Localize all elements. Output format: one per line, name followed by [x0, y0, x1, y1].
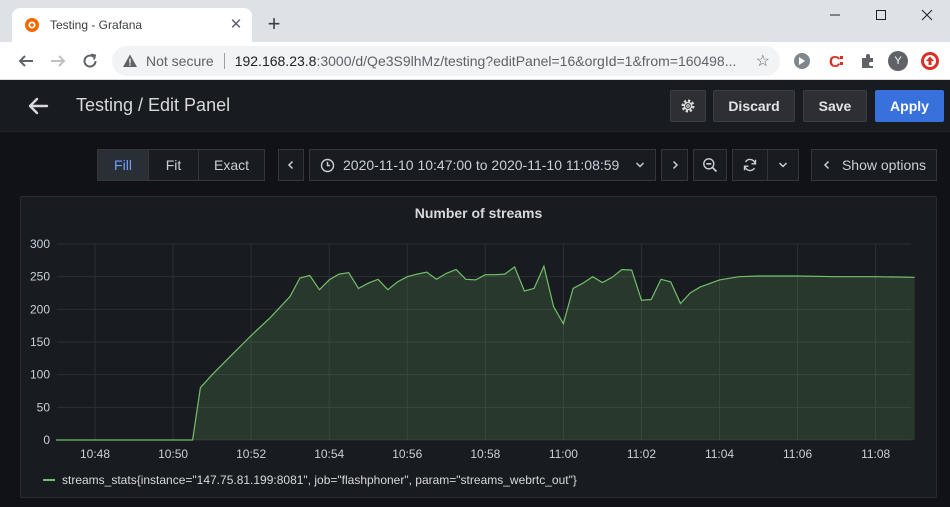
x-tick-label: 10:52 — [236, 447, 266, 461]
chevron-left-icon — [823, 160, 829, 170]
x-tick-label: 11:00 — [549, 447, 578, 461]
x-tick-label: 10:54 — [314, 447, 344, 461]
page-title: Testing / Edit Panel — [76, 95, 231, 115]
grafana-logo-icon — [25, 18, 39, 32]
x-tick-label: 10:56 — [392, 447, 422, 461]
y-tick-label: 100 — [30, 368, 50, 382]
time-shift-forward-button[interactable] — [661, 149, 688, 181]
x-tick-label: 11:06 — [783, 447, 812, 461]
address-bar[interactable]: Not secure 192.168.23.8:3000/d/Qe3S9lhMz… — [112, 46, 780, 76]
extension-shield-icon[interactable] — [792, 51, 812, 71]
extension-red-icon[interactable] — [920, 51, 940, 71]
y-tick-label: 300 — [30, 237, 50, 251]
chevron-down-icon — [636, 162, 645, 168]
x-tick-label: 10:48 — [80, 447, 110, 461]
maximize-icon[interactable] — [858, 0, 904, 30]
discard-button[interactable]: Discard — [713, 90, 795, 122]
minimize-icon[interactable] — [812, 0, 858, 30]
y-tick-label: 150 — [30, 335, 50, 349]
x-tick-label: 11:02 — [627, 447, 656, 461]
clock-icon — [320, 158, 335, 172]
chart-legend: streams_stats{instance="147.75.81.199:80… — [43, 473, 577, 487]
url-path: :3000/d/Qe3S9lhMz/testing?editPanel=16&o… — [316, 53, 737, 69]
back-icon[interactable] — [14, 49, 38, 73]
zoom-out-icon — [703, 158, 718, 173]
extension-c-icon[interactable]: C — [826, 51, 846, 71]
time-range-picker[interactable]: 2020-11-10 10:47:00 to 2020-11-10 11:08:… — [309, 149, 656, 181]
x-tick-label: 11:04 — [705, 447, 734, 461]
security-label: Not secure — [146, 53, 214, 69]
refresh-interval-dropdown[interactable] — [767, 149, 799, 181]
browser-tab-strip: Testing - Grafana ✕ + — [0, 0, 950, 42]
bookmark-star-icon[interactable]: ☆ — [750, 51, 770, 71]
refresh-button[interactable] — [732, 149, 768, 181]
tab-title: Testing - Grafana — [50, 18, 143, 32]
y-tick-label: 50 — [37, 400, 51, 414]
fit-mode-button[interactable]: Fit — [148, 149, 199, 181]
y-tick-label: 200 — [30, 302, 50, 316]
new-tab-icon[interactable]: + — [262, 13, 286, 37]
url-host: 192.168.23.8 — [234, 53, 317, 69]
grafana-header: Testing / Edit Panel Discard Save Apply — [0, 80, 950, 132]
x-tick-label: 11:08 — [861, 447, 890, 461]
x-tick-label: 10:58 — [470, 447, 500, 461]
reload-icon[interactable] — [78, 49, 102, 73]
forward-icon[interactable] — [46, 49, 70, 73]
x-tick-label: 10:50 — [158, 447, 188, 461]
exact-mode-button[interactable]: Exact — [198, 149, 265, 181]
show-options-button[interactable]: Show options — [811, 149, 937, 181]
legend-series-label[interactable]: streams_stats{instance="147.75.81.199:80… — [62, 473, 577, 487]
series-area — [56, 266, 915, 440]
fill-mode-button[interactable]: Fill — [97, 149, 149, 181]
graph-panel: Number of streams 0 50 100 150 200 250 300 10:4… — [20, 196, 937, 498]
time-shift-back-button[interactable] — [278, 149, 304, 181]
back-arrow-icon[interactable] — [26, 94, 50, 118]
time-range-text: 2020-11-10 10:47:00 to 2020-11-10 11:08:… — [343, 157, 620, 173]
gear-icon — [681, 99, 695, 113]
chevron-down-icon — [778, 162, 788, 168]
warning-icon[interactable] — [122, 53, 138, 69]
chevron-right-icon — [672, 160, 678, 170]
chevron-left-icon — [287, 160, 294, 170]
show-options-label: Show options — [841, 157, 927, 173]
zoom-out-button[interactable] — [693, 149, 727, 181]
apply-button[interactable]: Apply — [875, 90, 944, 122]
tab-close-icon[interactable]: ✕ — [228, 17, 244, 33]
profile-avatar[interactable]: Y — [888, 51, 908, 71]
settings-button[interactable] — [670, 90, 706, 122]
omnibox-divider — [223, 53, 225, 69]
streams-chart[interactable]: 0 50 100 150 200 250 300 10:48 10:50 10:52 10:54 10… — [21, 197, 938, 465]
avatar-letter: Y — [888, 51, 908, 71]
close-window-icon[interactable] — [904, 0, 950, 30]
sync-icon — [743, 158, 757, 172]
extensions-puzzle-icon[interactable] — [858, 51, 878, 71]
browser-toolbar: Not secure 192.168.23.8:3000/d/Qe3S9lhMz… — [0, 42, 950, 80]
y-tick-label: 0 — [43, 433, 50, 447]
browser-tab[interactable]: Testing - Grafana ✕ — [12, 8, 252, 42]
y-tick-label: 250 — [30, 270, 50, 284]
svg-text:C: C — [829, 54, 841, 70]
save-button[interactable]: Save — [803, 90, 867, 122]
url-text[interactable]: 192.168.23.8:3000/d/Qe3S9lhMz/testing?ed… — [235, 53, 750, 69]
legend-swatch[interactable] — [43, 479, 55, 481]
